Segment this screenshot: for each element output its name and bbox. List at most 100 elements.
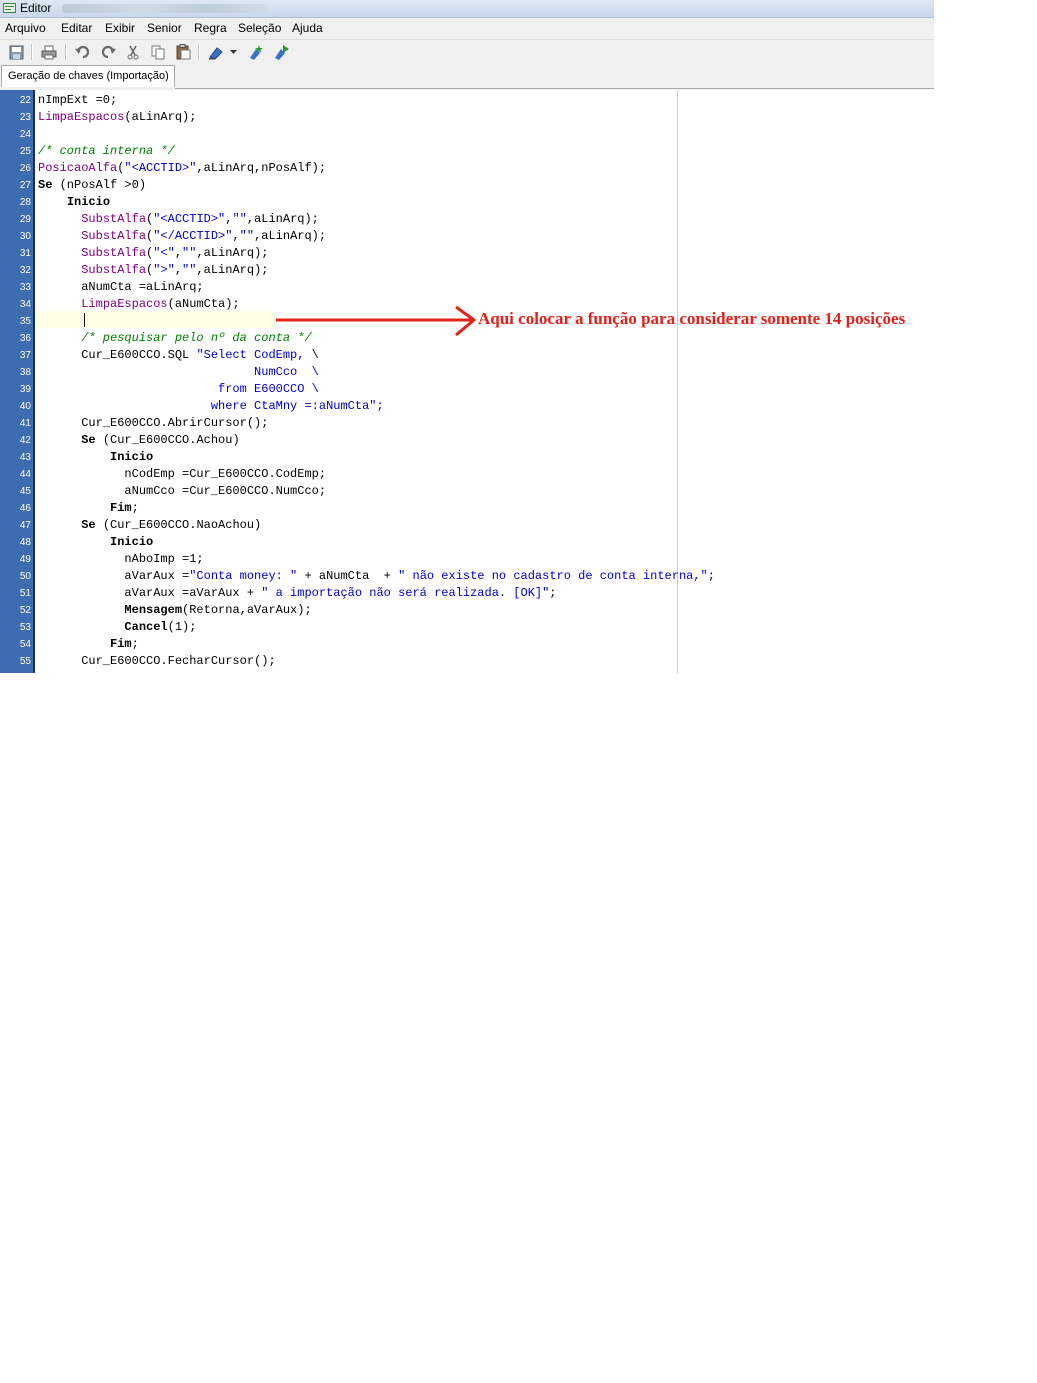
line-number: 34 [19,299,31,310]
code-text: PosicaoAlfa("<ACCTID>",aLinArq,nPosAlf); [38,161,327,175]
code-text: SubstAlfa(">","",aLinArq); [81,263,269,277]
undo-icon[interactable] [74,43,92,61]
line-number: 27 [19,180,31,191]
code-text: SubstAlfa("<ACCTID>","",aLinArq); [81,212,319,226]
code-line[interactable]: 45 aNumCco =Cur_E600CCO.NumCco; [0,483,934,500]
editor-window: Editor Arquivo Editar Exibir Senior Regr… [0,0,934,673]
code-text: Inicio [66,195,111,209]
code-text: Fim; [110,637,139,651]
code-editor[interactable]: 22 nImpExt =0; 23 LimpaEspacos(aLinArq); 24 2… [0,90,934,673]
code-line[interactable]: 52 Mensagem(Retorna,aVarAux); [0,602,934,619]
copy-icon[interactable] [149,43,167,61]
code-text: aNumCta =aLinArq; [38,280,204,294]
code-line[interactable]: 43 Inicio [0,449,934,466]
line-number: 46 [19,503,31,514]
code-text: aVarAux ="Conta money: " + aNumCta + " n… [38,569,715,583]
code-line[interactable]: 39 from E600CCO \ [0,381,934,398]
code-line[interactable]: 40 where CtaMny =:aNumCta"; [0,398,934,415]
code-text: from E600CCO \ [218,382,319,396]
code-line[interactable]: 53 Cancel(1); [0,619,934,636]
menu-exibir[interactable]: Exibir [105,21,135,35]
cut-icon[interactable] [124,43,142,61]
compile-icon[interactable] [247,43,265,61]
code-text: aNumCco =Cur_E600CCO.NumCco; [38,484,327,498]
code-line[interactable]: 54 Fim; [0,636,934,653]
code-line[interactable]: 24 [0,126,934,143]
code-line[interactable]: 49 nAboImp =1; [0,551,934,568]
menu-bar: Arquivo Editar Exibir Senior Regra Seleç… [0,18,934,38]
menu-selecao[interactable]: Seleção [238,21,281,35]
code-line[interactable]: 25 /* conta interna */ [0,143,934,160]
line-number: 45 [19,486,31,497]
code-line[interactable]: 47 Se (Cur_E600CCO.NaoAchou) [0,517,934,534]
code-line[interactable]: 51 aVarAux =aVarAux + " a importação não… [0,585,934,602]
code-text: Fim; [110,501,139,515]
line-number: 49 [19,554,31,565]
line-number: 38 [19,367,31,378]
code-line[interactable]: 26 PosicaoAlfa("<ACCTID>",aLinArq,nPosAlf… [0,160,934,177]
code-line[interactable]: 31 SubstAlfa("<","",aLinArq); [0,245,934,262]
code-text: Inicio [110,450,154,464]
line-number: 43 [19,452,31,463]
title-bar: Editor [0,0,934,18]
code-line[interactable]: 22 nImpExt =0; [0,92,934,109]
toolbar [0,39,934,66]
menu-editar[interactable]: Editar [61,21,92,35]
code-text: Se (nPosAlf >0) [38,178,147,192]
menu-senior[interactable]: Senior [147,21,182,35]
save-icon[interactable] [7,43,25,61]
line-number: 50 [19,571,31,582]
code-text: NumCco \ [254,365,319,379]
line-number: 47 [19,520,31,531]
code-line[interactable]: 30 SubstAlfa("</ACCTID>","",aLinArq); [0,228,934,245]
code-line[interactable]: 42 Se (Cur_E600CCO.Achou) [0,432,934,449]
redo-icon[interactable] [99,43,117,61]
code-text: Cur_E600CCO.AbrirCursor(); [38,416,269,430]
code-text: Mensagem(Retorna,aVarAux); [124,603,312,617]
dropdown-icon[interactable] [228,43,238,61]
marker-icon[interactable] [207,43,225,61]
code-line[interactable]: 36 /* pesquisar pelo nº da conta */ [0,330,934,347]
line-number: 42 [19,435,31,446]
code-line[interactable]: 46 Fim; [0,500,934,517]
code-text: nAboImp =1; [38,552,204,566]
menu-regra[interactable]: Regra [194,21,227,35]
code-text: LimpaEspacos(aNumCta); [81,297,240,311]
code-text: /* pesquisar pelo nº da conta */ [38,331,312,345]
annotation-text: Aqui colocar a função para considerar so… [478,309,906,328]
paste-icon[interactable] [174,43,192,61]
line-number: 41 [19,418,31,429]
code-line[interactable]: 33 aNumCta =aLinArq; [0,279,934,296]
code-line[interactable]: 48 Inicio [0,534,934,551]
code-text: Cur_E600CCO.FecharCursor(); [38,654,276,668]
line-number: 31 [19,248,31,259]
menu-arquivo[interactable]: Arquivo [5,21,46,35]
code-line[interactable]: 37 Cur_E600CCO.SQL "Select CodEmp, \ [0,347,934,364]
run-icon[interactable] [272,43,290,61]
code-line[interactable]: 27 Se (nPosAlf >0) [0,177,934,194]
code-line[interactable]: 28 Inicio [0,194,934,211]
code-line[interactable]: 29 SubstAlfa("<ACCTID>","",aLinArq); [0,211,934,228]
code-line[interactable]: 32 SubstAlfa(">","",aLinArq); [0,262,934,279]
code-text: Inicio [110,535,154,549]
code-line[interactable]: 23 LimpaEspacos(aLinArq); [0,109,934,126]
code-text: SubstAlfa("</ACCTID>","",aLinArq); [81,229,327,243]
line-number: 25 [19,146,31,157]
code-text: nImpExt =0; [38,93,118,107]
line-number: 28 [19,197,31,208]
tab-geracao-de-chaves[interactable]: Geração de chaves (Importação) [1,65,175,87]
line-number: 52 [19,605,31,616]
code-line[interactable]: 44 nCodEmp =Cur_E600CCO.CodEmp; [0,466,934,483]
code-line[interactable]: 41 Cur_E600CCO.AbrirCursor(); [0,415,934,432]
line-number: 51 [19,588,31,599]
line-number: 48 [19,537,31,548]
menu-ajuda[interactable]: Ajuda [292,21,323,35]
code-text: LimpaEspacos(aLinArq); [38,110,197,124]
line-number: 22 [19,95,31,106]
code-line[interactable]: 55 Cur_E600CCO.FecharCursor(); [0,653,934,670]
line-number: 30 [19,231,31,242]
print-icon[interactable] [40,43,58,61]
code-line[interactable]: 50 aVarAux ="Conta money: " + aNumCta + … [0,568,934,585]
line-number: 54 [19,639,31,650]
code-line[interactable]: 38 NumCco \ [0,364,934,381]
